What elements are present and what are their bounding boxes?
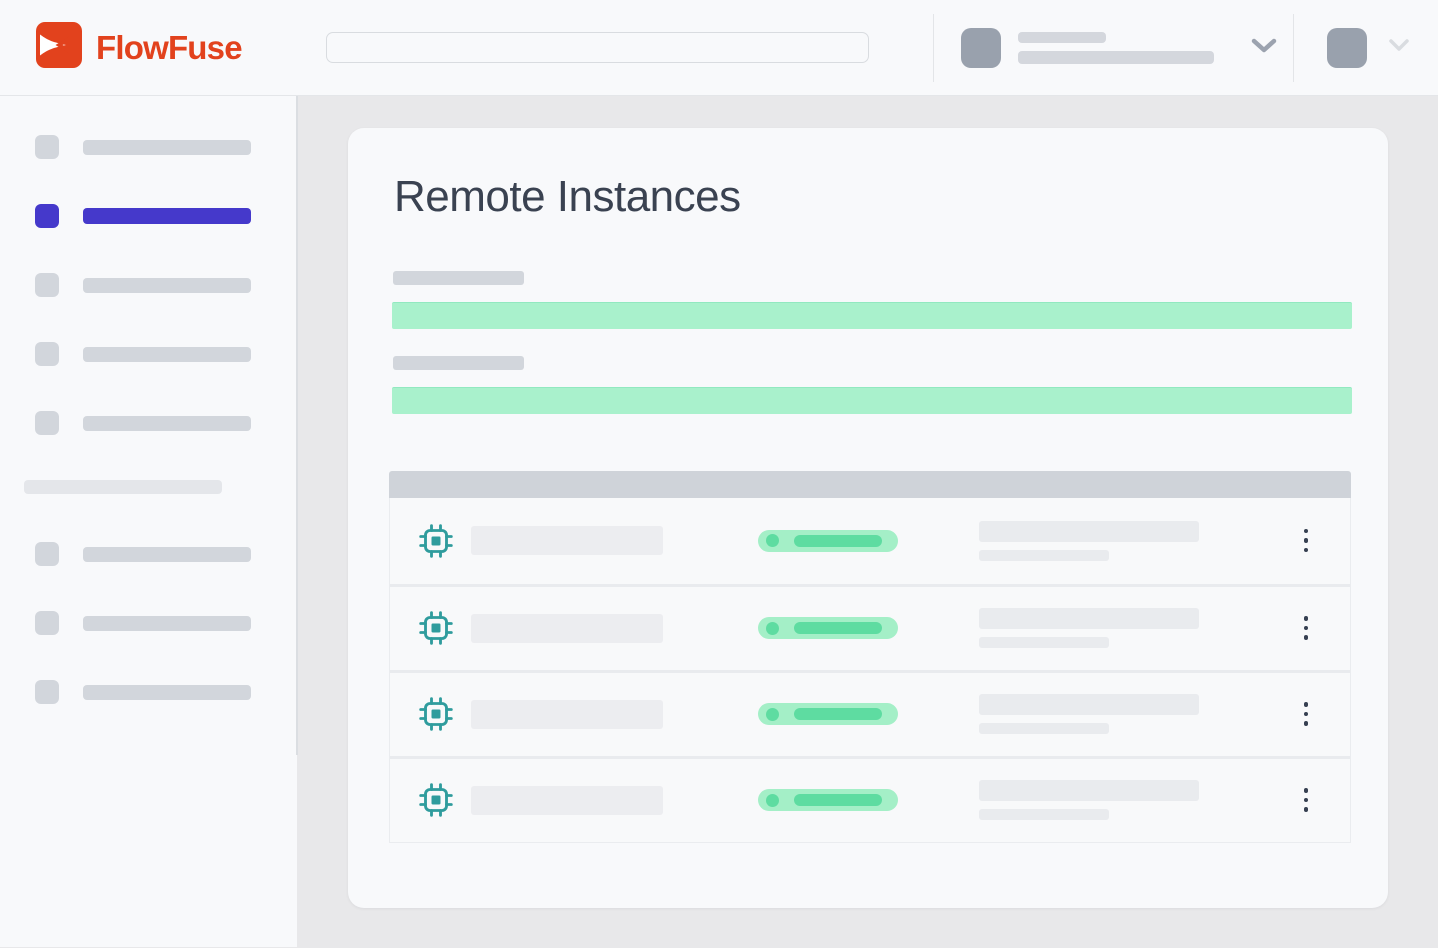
sidebar-item-icon (35, 342, 59, 366)
filled-input-field[interactable] (392, 302, 1352, 329)
skeleton-bar (979, 521, 1199, 542)
sidebar-item-label-skeleton (83, 347, 251, 362)
sidebar-item-icon (35, 135, 59, 159)
cpu-chip-icon (418, 610, 454, 646)
sidebar-item-label-skeleton (83, 140, 251, 155)
sidebar-item-label-skeleton (24, 480, 222, 494)
sidebar-nav (0, 96, 297, 947)
flowfuse-logo-icon (36, 22, 82, 73)
page-title: Remote Instances (394, 172, 1388, 223)
status-badge (758, 530, 898, 552)
status-text-skeleton (794, 535, 882, 547)
chevron-down-icon (1388, 38, 1410, 57)
sidebar-item[interactable] (0, 611, 297, 635)
sidebar-item-icon (35, 411, 59, 435)
instance-meta-skeleton (979, 694, 1199, 734)
instance-name-skeleton (471, 614, 663, 643)
remote-instances-panel: Remote Instances (348, 128, 1388, 908)
field-label-skeleton (393, 356, 524, 370)
status-dot (766, 622, 779, 635)
sidebar-item[interactable] (0, 204, 297, 228)
cpu-chip-icon (418, 523, 454, 559)
cpu-chip-icon (418, 782, 454, 818)
sidebar-item-label-skeleton (83, 278, 251, 293)
skeleton-bar (979, 780, 1199, 801)
table-row[interactable] (390, 584, 1350, 670)
sidebar-item-label-skeleton (83, 208, 251, 224)
field-label-skeleton (393, 271, 524, 285)
top-bar: FlowFuse (0, 0, 1438, 96)
instance-meta-skeleton (979, 608, 1199, 648)
topbar-right (933, 0, 1438, 95)
sidebar-item[interactable] (0, 680, 297, 704)
table-row[interactable] (390, 670, 1350, 756)
skeleton-bar (1018, 32, 1106, 43)
instance-name-skeleton (471, 786, 663, 815)
status-badge (758, 789, 898, 811)
sidebar-item-label-skeleton (83, 416, 251, 431)
instance-meta-skeleton (979, 521, 1199, 561)
table-row[interactable] (390, 756, 1350, 842)
org-menu[interactable] (1294, 0, 1438, 95)
sidebar-item-label-skeleton (83, 685, 251, 700)
sidebar-item[interactable] (0, 342, 297, 366)
skeleton-bar (979, 694, 1199, 715)
kebab-menu-icon[interactable] (1300, 696, 1313, 732)
status-text-skeleton (794, 708, 882, 720)
kebab-menu-icon[interactable] (1300, 523, 1313, 559)
avatar (1327, 28, 1367, 68)
sidebar-item[interactable] (0, 542, 297, 566)
sidebar-item[interactable] (0, 135, 297, 159)
sidebar-item-label-skeleton (83, 616, 251, 631)
instance-name-skeleton (471, 700, 663, 729)
main-content: Remote Instances (297, 96, 1438, 947)
kebab-menu-icon[interactable] (1300, 610, 1313, 646)
skeleton-bar (979, 550, 1109, 561)
sidebar-item[interactable] (0, 273, 297, 297)
sidebar-item-icon (35, 680, 59, 704)
sidebar-item-icon (35, 204, 59, 228)
instance-name-skeleton (471, 526, 663, 555)
sidebar-item-icon (35, 611, 59, 635)
table-row[interactable] (390, 498, 1350, 584)
instances-table (389, 471, 1351, 843)
avatar (961, 28, 1001, 68)
skeleton-bar (979, 637, 1109, 648)
table-header-skeleton (389, 471, 1351, 498)
instance-meta-skeleton (979, 780, 1199, 820)
account-text-skeleton (1018, 32, 1214, 64)
skeleton-bar (1018, 51, 1214, 64)
skeleton-bar (979, 608, 1199, 629)
status-dot (766, 708, 779, 721)
cpu-chip-icon (418, 696, 454, 732)
status-dot (766, 794, 779, 807)
status-text-skeleton (794, 794, 882, 806)
sidebar-item-icon (35, 542, 59, 566)
status-badge (758, 617, 898, 639)
table-body (389, 498, 1351, 843)
filled-input-field[interactable] (392, 387, 1352, 414)
sidebar-section-label (0, 480, 297, 494)
status-text-skeleton (794, 622, 882, 634)
chevron-down-icon (1251, 37, 1277, 59)
search-input[interactable] (326, 32, 869, 63)
skeleton-bar (979, 723, 1109, 734)
account-menu[interactable] (934, 0, 1293, 95)
kebab-menu-icon[interactable] (1300, 782, 1313, 818)
form-area (348, 271, 1388, 414)
sidebar-item-label-skeleton (83, 547, 251, 562)
flowfuse-logo[interactable]: FlowFuse (0, 22, 326, 73)
status-dot (766, 534, 779, 547)
sidebar-item[interactable] (0, 411, 297, 435)
brand-name: FlowFuse (96, 29, 242, 67)
skeleton-bar (979, 809, 1109, 820)
status-badge (758, 703, 898, 725)
sidebar-item-icon (35, 273, 59, 297)
